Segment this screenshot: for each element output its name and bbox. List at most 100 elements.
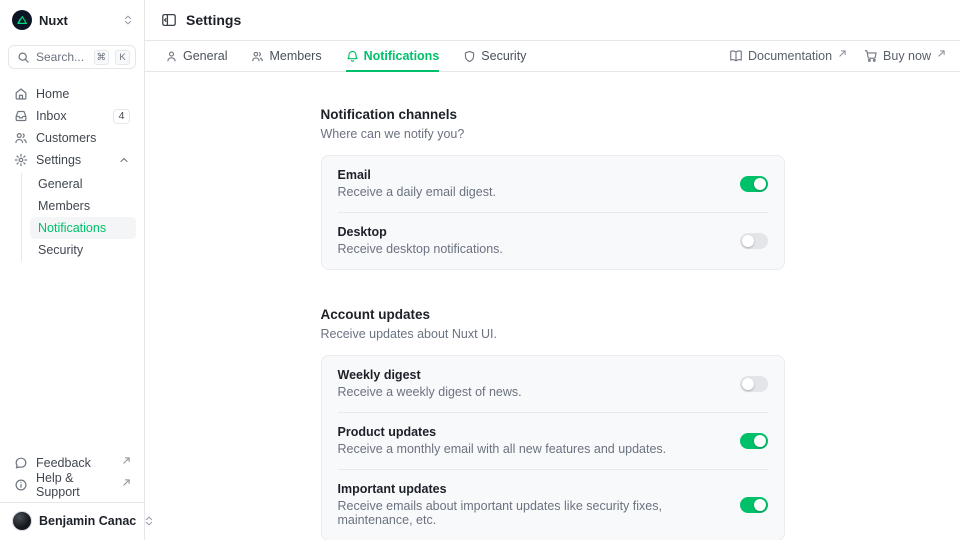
sidebar-nav: Home Inbox 4 Customers Settings [0, 75, 144, 261]
panel-left-close-icon [161, 12, 177, 28]
external-link-icon [839, 50, 846, 57]
section-title: Account updates [321, 307, 785, 322]
nuxt-logo-icon [12, 10, 32, 30]
kbd-cmd: ⌘ [94, 50, 110, 65]
tab-label: Security [481, 49, 526, 63]
tabs: General Members Notifications [165, 41, 526, 71]
toggle-knob [754, 435, 766, 447]
sidebar-footer: Feedback Help & Support [0, 452, 144, 502]
tab-members[interactable]: Members [251, 41, 321, 71]
sidebar-item-label: Feedback [36, 456, 113, 470]
book-icon [729, 49, 743, 63]
toggle-knob [754, 499, 766, 511]
customers-icon [14, 131, 28, 145]
setting-row-weekly-digest: Weekly digest Receive a weekly digest of… [338, 356, 768, 412]
page-title: Settings [186, 12, 241, 28]
chevron-up-down-icon [122, 14, 134, 26]
sidebar: Nuxt Search... ⌘ K Home [0, 0, 145, 540]
sidebar-item-label: Help & Support [36, 471, 113, 499]
search-placeholder: Search... [36, 50, 88, 64]
app-window: Nuxt Search... ⌘ K Home [0, 0, 960, 540]
link-label: Buy now [883, 49, 931, 63]
chevron-up-icon [118, 154, 130, 166]
setting-label: Desktop [338, 225, 503, 239]
sidebar-item-home[interactable]: Home [8, 83, 136, 105]
documentation-link[interactable]: Documentation [729, 49, 846, 63]
sidebar-item-inbox[interactable]: Inbox 4 [8, 105, 136, 127]
settings-card: Weekly digest Receive a weekly digest of… [321, 355, 785, 540]
external-link-icon [938, 50, 945, 57]
sidebar-item-customers[interactable]: Customers [8, 127, 136, 149]
tab-label: Members [269, 49, 321, 63]
gear-icon [14, 153, 28, 167]
kbd-k: K [115, 50, 130, 65]
setting-description: Receive emails about important updates l… [338, 499, 720, 527]
sidebar-item-label: Settings [36, 153, 110, 167]
main-area: Settings General Members [145, 0, 960, 540]
workspace-switcher[interactable]: Nuxt [0, 0, 144, 38]
section-title: Notification channels [321, 107, 785, 122]
settings-content: Notification channels Where can we notif… [145, 72, 960, 540]
info-circle-icon [14, 478, 28, 492]
toggle-knob [754, 178, 766, 190]
workspace-name: Nuxt [39, 13, 115, 28]
avatar [12, 511, 32, 531]
search-input[interactable]: Search... ⌘ K [8, 45, 136, 69]
important-updates-toggle[interactable] [740, 497, 768, 513]
home-icon [14, 87, 28, 101]
section-notification-channels: Notification channels Where can we notif… [321, 107, 785, 270]
tab-label: Notifications [364, 49, 440, 63]
tab-bar: General Members Notifications [145, 41, 960, 72]
sidebar-item-label: Customers [36, 131, 130, 145]
tab-notifications[interactable]: Notifications [346, 41, 440, 71]
email-toggle[interactable] [740, 176, 768, 192]
setting-row-desktop: Desktop Receive desktop notifications. [338, 212, 768, 269]
setting-description: Receive a monthly email with all new fea… [338, 442, 667, 456]
setting-label: Weekly digest [338, 368, 522, 382]
link-label: Documentation [748, 49, 832, 63]
sidebar-item-label: Inbox [36, 109, 105, 123]
inbox-count-badge: 4 [113, 109, 130, 124]
tab-label: General [183, 49, 227, 63]
setting-label: Product updates [338, 425, 667, 439]
sidebar-item-settings[interactable]: Settings [8, 149, 136, 171]
setting-row-important-updates: Important updates Receive emails about i… [338, 469, 768, 540]
sidebar-subitem-notifications[interactable]: Notifications [30, 217, 136, 239]
shield-icon [463, 50, 476, 63]
people-icon [251, 50, 264, 63]
toggle-knob [742, 235, 754, 247]
setting-description: Receive desktop notifications. [338, 242, 503, 256]
product-updates-toggle[interactable] [740, 433, 768, 449]
section-account-updates: Account updates Receive updates about Nu… [321, 307, 785, 540]
buy-now-link[interactable]: Buy now [864, 49, 945, 63]
tab-general[interactable]: General [165, 41, 227, 71]
section-description: Receive updates about Nuxt UI. [321, 327, 785, 341]
external-link-icon [123, 457, 130, 464]
feedback-icon [14, 456, 28, 470]
header-links: Documentation Buy now [729, 41, 945, 71]
settings-subnav: General Members Notifications Security [21, 173, 136, 261]
setting-row-product-updates: Product updates Receive a monthly email … [338, 412, 768, 469]
search-icon [17, 51, 30, 64]
person-icon [165, 50, 178, 63]
sidebar-subitem-general[interactable]: General [30, 173, 136, 195]
setting-description: Receive a weekly digest of news. [338, 385, 522, 399]
bell-icon [346, 50, 359, 63]
tab-security[interactable]: Security [463, 41, 526, 71]
desktop-toggle[interactable] [740, 233, 768, 249]
sidebar-subitem-members[interactable]: Members [30, 195, 136, 217]
settings-card: Email Receive a daily email digest. Desk… [321, 155, 785, 270]
sidebar-subitem-security[interactable]: Security [30, 239, 136, 261]
cart-icon [864, 49, 878, 63]
weekly-digest-toggle[interactable] [740, 376, 768, 392]
sidebar-collapse-button[interactable] [161, 12, 177, 28]
user-menu[interactable]: Benjamin Canac [0, 502, 144, 540]
sidebar-item-label: Home [36, 87, 130, 101]
setting-row-email: Email Receive a daily email digest. [338, 156, 768, 212]
sidebar-item-help-support[interactable]: Help & Support [8, 474, 136, 496]
toggle-knob [742, 378, 754, 390]
page-header: Settings [145, 0, 960, 41]
user-name: Benjamin Canac [39, 514, 136, 528]
section-description: Where can we notify you? [321, 127, 785, 141]
setting-label: Important updates [338, 482, 720, 496]
